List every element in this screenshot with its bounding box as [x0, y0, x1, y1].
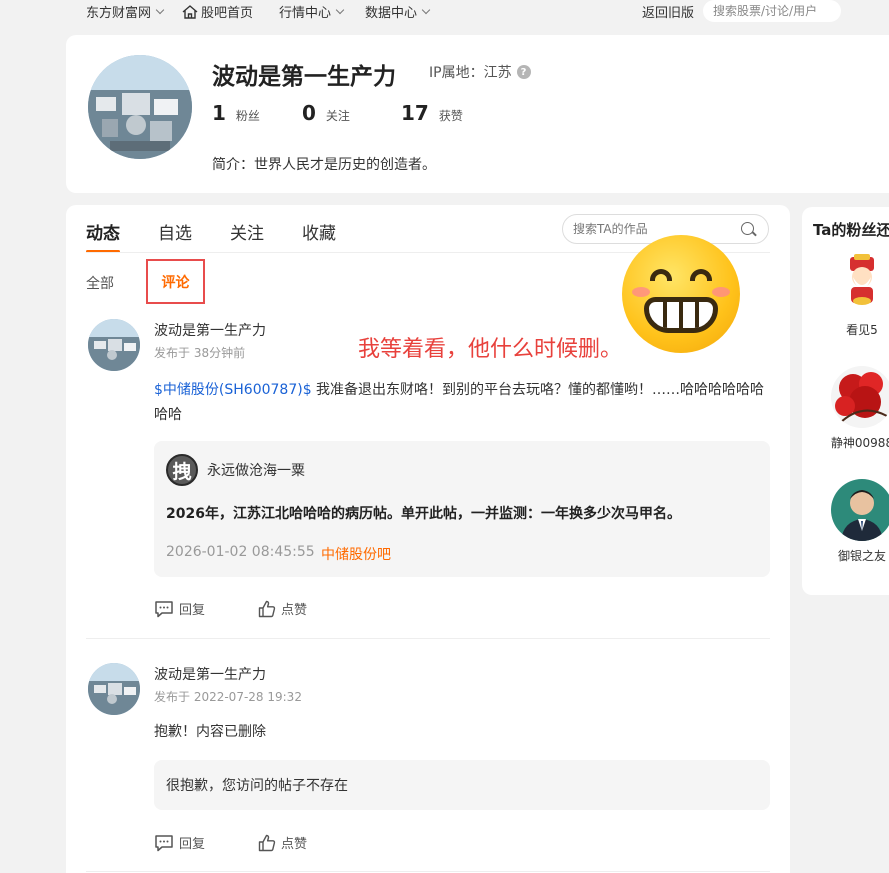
post-content: 抱歉！内容已删除 [154, 724, 266, 740]
thumbs-up-icon [258, 600, 276, 617]
quoted-author-avatar[interactable]: 拽 [166, 454, 198, 486]
thumbs-up-icon [258, 834, 276, 851]
global-search-input[interactable] [703, 0, 841, 22]
old-version-link[interactable]: 返回旧版 [642, 2, 694, 21]
quoted-post-missing: 很抱歉，您访问的帖子不存在 [166, 778, 348, 794]
fan-avatar[interactable] [831, 253, 889, 315]
post-author-name[interactable]: 波动是第一生产力 [154, 664, 266, 684]
chevron-down-icon [421, 5, 431, 15]
fans-label: 粉丝 [235, 109, 260, 123]
post-author-avatar[interactable] [88, 663, 140, 715]
likes-count: 17 [401, 101, 429, 125]
profile-stats: 1 粉丝 0 关注 17 获赞 [212, 101, 463, 125]
fan-item[interactable]: 静神00988 [827, 366, 889, 451]
quoted-post-bar-link[interactable]: 中储股份吧 [321, 544, 391, 564]
fan-avatar[interactable] [831, 366, 889, 428]
subtab-comment[interactable]: 评论 [146, 259, 205, 304]
like-label: 点赞 [281, 837, 308, 852]
follow-count: 0 [302, 101, 316, 125]
market-center-label: 行情中心 [279, 6, 332, 21]
post-item: 波动是第一生产力 发布于 38分钟前 $中储股份(SH600787)$ 我准备退… [86, 319, 770, 639]
old-version-label: 返回旧版 [642, 6, 695, 21]
post-content: $中储股份(SH600787)$ 我准备退出东财咯！到别的平台去玩咯？懂的都懂哟… [154, 378, 770, 428]
post-item: 波动是第一生产力 发布于 2022-07-28 19:32 抱歉！内容已删除 很… [86, 663, 770, 863]
emoji-left-eye [650, 269, 672, 281]
reply-button[interactable]: 回复 [154, 599, 258, 618]
quoted-author-name[interactable]: 永远做沧海一粟 [207, 460, 305, 480]
post-actions: 回复 点赞 [154, 599, 362, 618]
post-time: 发布于 38分钟前 [154, 346, 246, 360]
profile-bio: 简介：世界人民才是历史的创造者。 [212, 157, 436, 173]
data-center-menu[interactable]: 数据中心 [365, 2, 431, 21]
chevron-down-icon [155, 5, 165, 15]
follow-label: 关注 [325, 109, 350, 123]
emoji-right-blush [712, 287, 730, 297]
chevron-down-icon [335, 5, 345, 15]
comment-icon [155, 600, 173, 617]
ip-location-label: IP属地：江苏 [429, 65, 512, 81]
like-label: 点赞 [281, 603, 308, 618]
site-link-label: 东方财富网 [86, 6, 152, 21]
reply-label: 回复 [179, 603, 206, 618]
post-author-name[interactable]: 波动是第一生产力 [154, 320, 266, 340]
tab-favorites[interactable]: 收藏 [302, 219, 336, 244]
help-icon[interactable]: ? [516, 65, 531, 79]
fans-panel-title: Ta的粉丝还 [813, 221, 889, 239]
like-button[interactable]: 点赞 [258, 599, 362, 618]
post-search-input[interactable] [573, 220, 733, 238]
fan-item[interactable]: 御银之友 [827, 479, 889, 564]
user-avatar[interactable] [88, 55, 192, 159]
post-actions: 回复 点赞 [154, 833, 362, 852]
fans-panel: Ta的粉丝还 看见5 静神00988 御银之友 [802, 207, 889, 595]
likes-label: 获赞 [438, 109, 463, 123]
likes-stat: 17 获赞 [401, 101, 463, 125]
quoted-post[interactable]: 拽 永远做沧海一粟 2026年，江苏江北哈哈哈的病历帖。单开此帖，一并监测：一年… [154, 441, 770, 577]
subtab-comment-label: 评论 [161, 274, 190, 291]
market-center-menu[interactable]: 行情中心 [279, 2, 345, 21]
quoted-post-date: 2026-01-02 08:45:55 [166, 544, 315, 560]
top-nav: 东方财富网 股吧首页 行情中心 数据中心 返回旧版 [0, 0, 889, 24]
tab-following[interactable]: 关注 [230, 219, 264, 244]
fans-stat[interactable]: 1 粉丝 [212, 101, 302, 125]
activity-card: 动态 自选 关注 收藏 全部 评论 我等着看，他什么时候删。 波动是第一生产力 … [66, 205, 790, 873]
fans-count: 1 [212, 101, 226, 125]
profile-tabs: 动态 自选 关注 收藏 [86, 219, 374, 253]
emoji-left-blush [632, 287, 650, 297]
post-author-avatar[interactable] [88, 319, 140, 371]
post-divider [86, 871, 770, 872]
guba-home-label: 股吧首页 [201, 6, 254, 21]
emoji-right-eye [690, 269, 712, 281]
fan-name: 看见5 [846, 323, 878, 337]
site-link[interactable]: 东方财富网 [86, 2, 165, 21]
reply-label: 回复 [179, 837, 206, 852]
post-time: 发布于 2022-07-28 19:32 [154, 690, 302, 704]
fan-item[interactable]: 看见5 [827, 253, 889, 338]
quoted-post[interactable]: 很抱歉，您访问的帖子不存在 [154, 760, 770, 810]
home-icon [182, 4, 198, 19]
reply-button[interactable]: 回复 [154, 833, 258, 852]
follow-stat[interactable]: 0 关注 [302, 101, 401, 125]
fan-name: 御银之友 [837, 549, 886, 563]
like-button[interactable]: 点赞 [258, 833, 362, 852]
fan-avatar[interactable] [831, 479, 889, 541]
ip-location: IP属地：江苏 ? [429, 62, 531, 82]
quoted-post-title[interactable]: 2026年，江苏江北哈哈哈的病历帖。单开此帖，一并监测：一年换多少次马甲名。 [166, 503, 681, 523]
tab-activity[interactable]: 动态 [86, 219, 120, 253]
tab-watchlist[interactable]: 自选 [158, 219, 192, 244]
profile-card: 波动是第一生产力 IP属地：江苏 ? 1 粉丝 0 关注 17 获赞 简介：世界… [66, 35, 889, 193]
data-center-label: 数据中心 [365, 6, 418, 21]
stock-link[interactable]: $中储股份(SH600787)$ [154, 382, 312, 398]
comment-icon [155, 834, 173, 851]
search-icon[interactable] [741, 222, 754, 235]
subtab-all[interactable]: 全部 [86, 273, 114, 293]
post-divider [86, 638, 770, 639]
guba-home-link[interactable]: 股吧首页 [182, 2, 253, 21]
username: 波动是第一生产力 [212, 64, 396, 90]
fan-name: 静神00988 [830, 436, 889, 450]
